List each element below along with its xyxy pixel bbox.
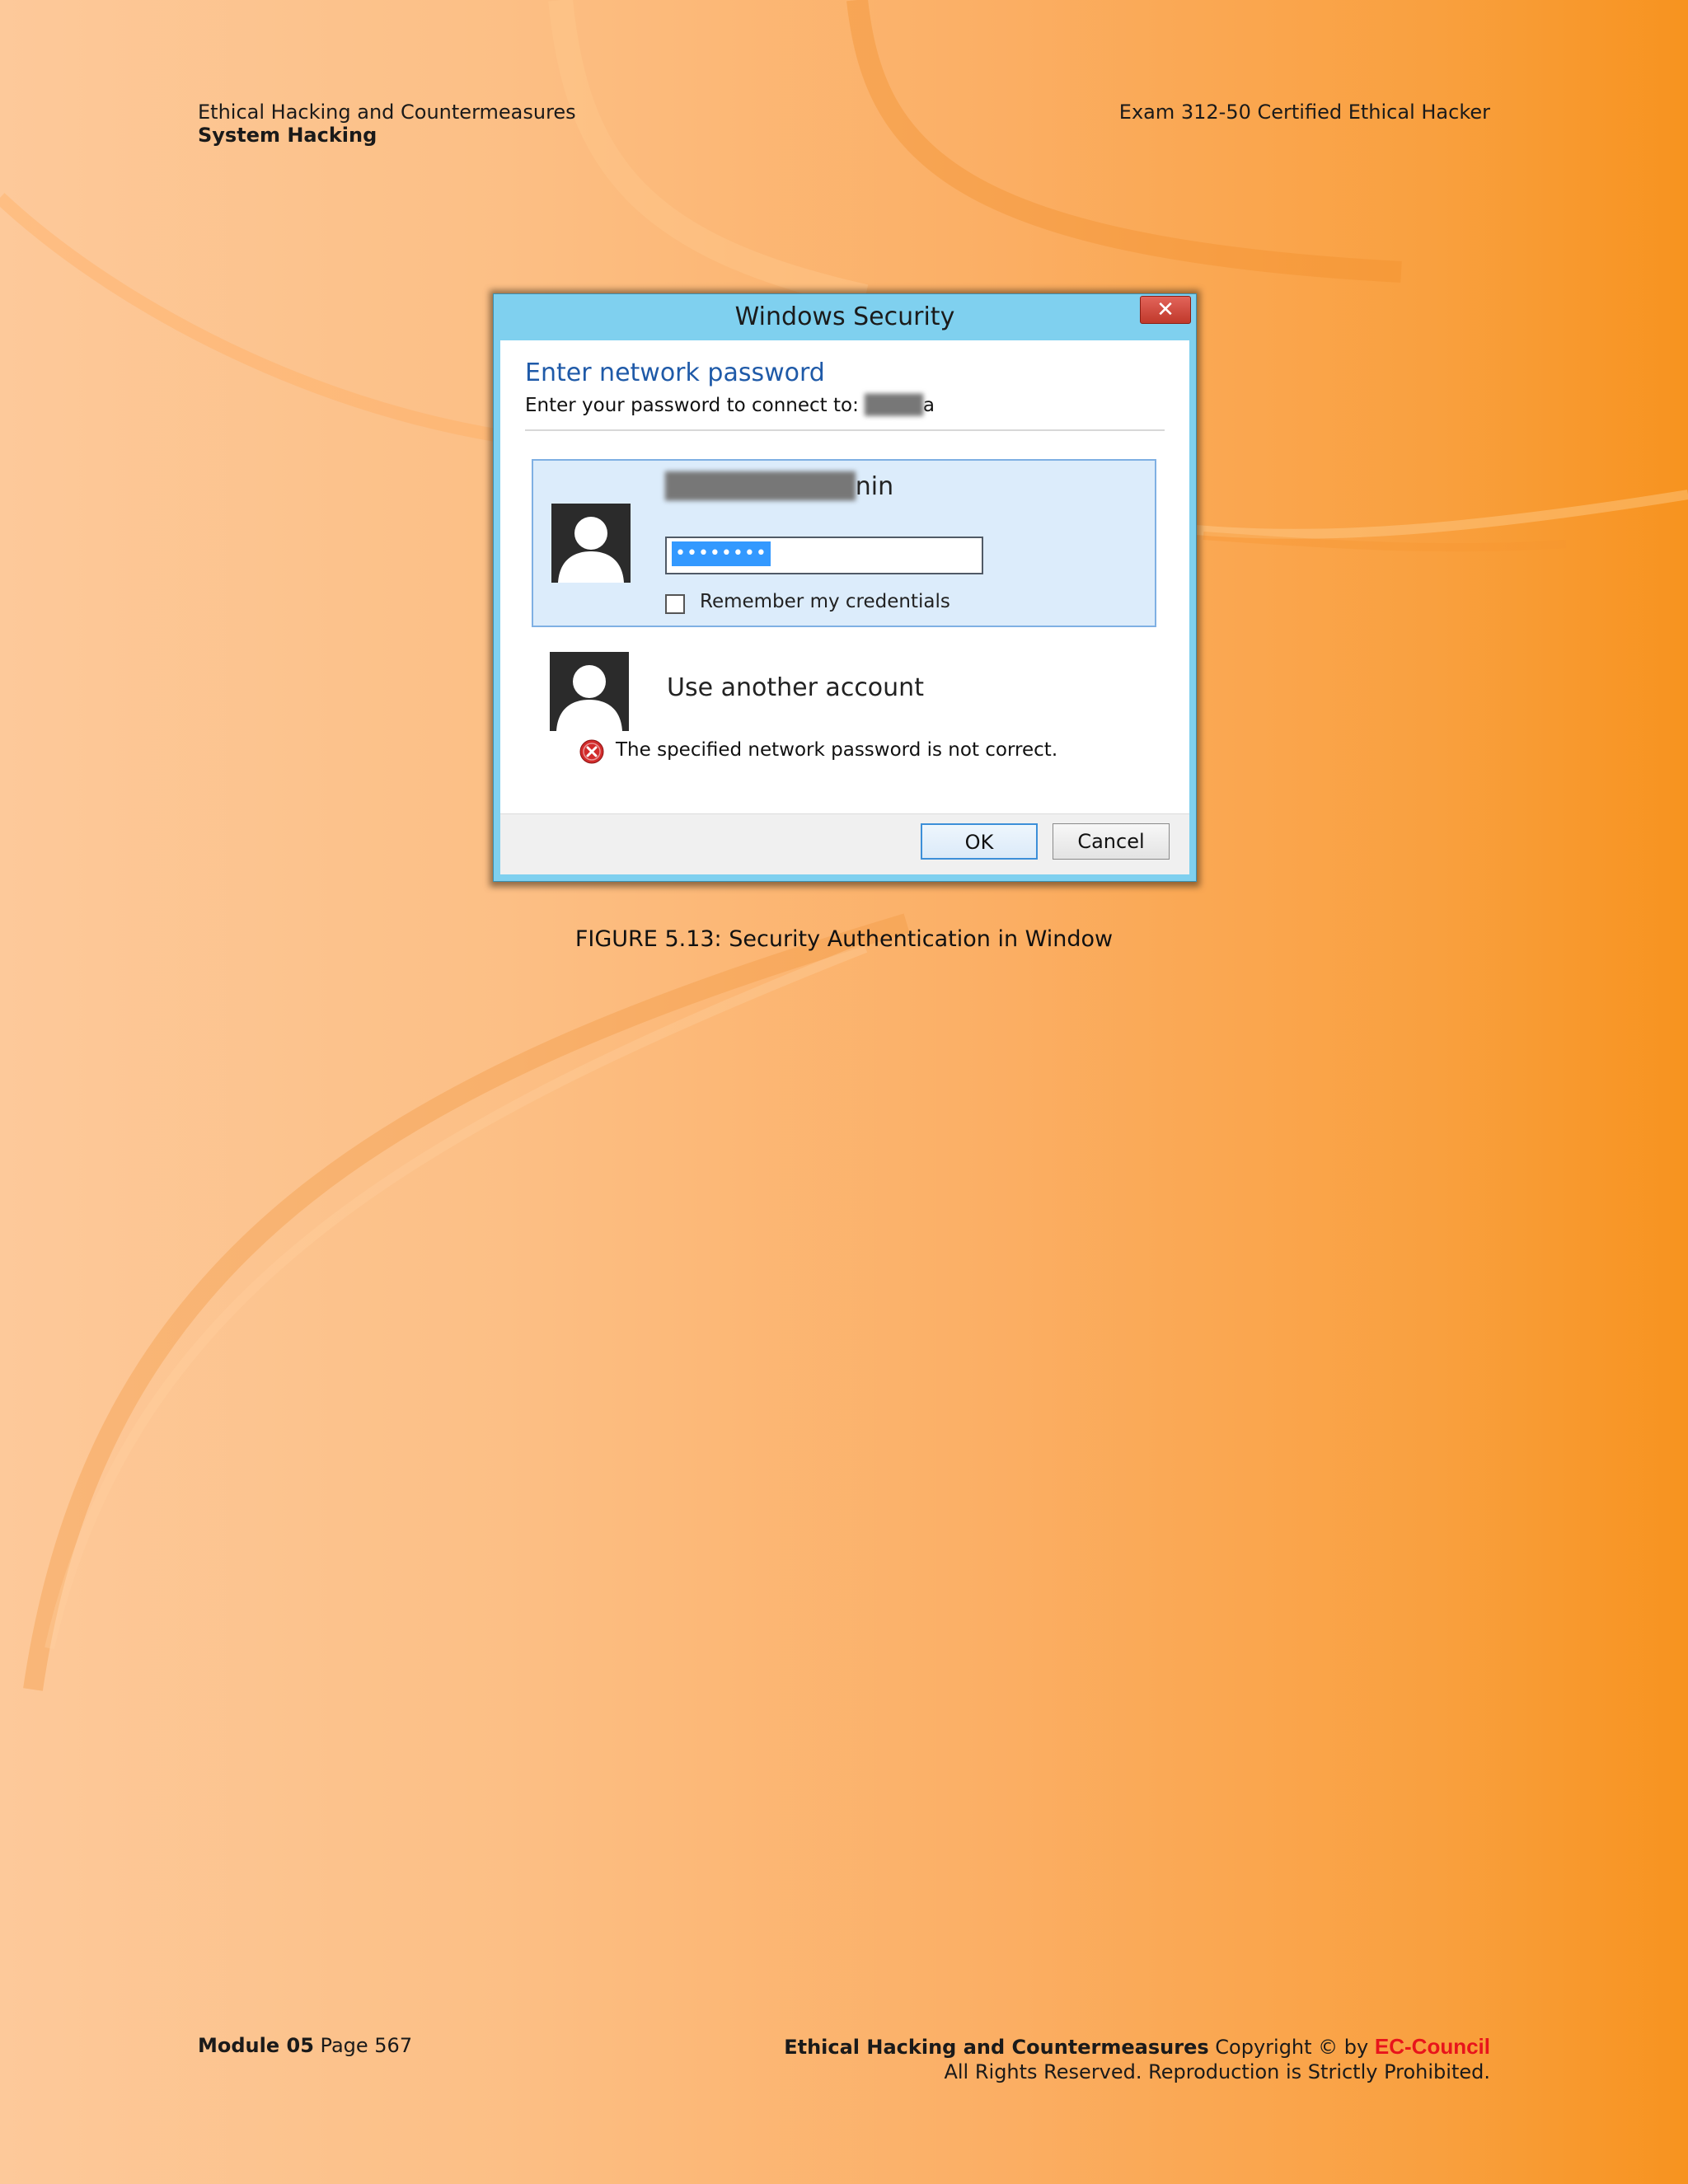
error-icon (579, 739, 604, 764)
credential-username: ██████████nin (665, 472, 893, 501)
another-account-avatar-icon[interactable] (550, 652, 629, 731)
subtitle-text: Enter your password to connect to: (525, 395, 859, 416)
password-value: •••••••• (672, 541, 771, 566)
figure-caption: FIGURE 5.13: Security Authentication in … (574, 926, 1114, 952)
dialog-title: Windows Security (734, 302, 955, 331)
course-title: Ethical Hacking and Countermeasures (198, 101, 576, 124)
page-header-left: Ethical Hacking and Countermeasures Syst… (198, 101, 576, 147)
dialog-subtitle: Enter your password to connect to: ████a (525, 395, 935, 416)
close-icon: ✕ (1156, 298, 1175, 322)
username-suffix: nin (855, 472, 894, 501)
module-title: System Hacking (198, 124, 377, 147)
ok-button[interactable]: OK (921, 823, 1038, 860)
use-another-account-option[interactable]: Use another account (667, 673, 924, 702)
divider (525, 429, 1165, 431)
exam-title: Exam 312-50 Certified Ethical Hacker (1118, 101, 1490, 124)
redacted-username: ██████████ (665, 472, 856, 501)
error-message: The specified network password is not co… (616, 739, 1058, 761)
dialog-body: Enter network password Enter your passwo… (500, 340, 1189, 813)
credential-tile-selected[interactable]: ██████████nin •••••••• Remember my crede… (532, 459, 1156, 627)
password-field[interactable]: •••••••• (665, 537, 983, 574)
ec-council-logo: EC-Council (1374, 2034, 1490, 2059)
subtitle-target: a (922, 395, 935, 416)
remember-credentials-label[interactable]: Remember my credentials (700, 591, 950, 612)
close-button[interactable]: ✕ (1140, 296, 1191, 324)
footer-course-title: Ethical Hacking and Countermeasures (784, 2036, 1209, 2059)
page-footer-left: Module 05 Page 567 (198, 2034, 412, 2057)
dialog-footer: OK Cancel (500, 813, 1189, 874)
rights-text: All Rights Reserved. Reproduction is Str… (944, 2060, 1490, 2083)
dialog-heading: Enter network password (525, 359, 825, 387)
page-footer-right: Ethical Hacking and Countermeasures Copy… (784, 2034, 1490, 2084)
page-label: Page 567 (320, 2034, 413, 2057)
remember-credentials-checkbox[interactable] (665, 594, 685, 614)
windows-security-dialog: Windows Security ✕ Enter network passwor… (493, 293, 1197, 882)
copyright-text: Copyright © by (1215, 2036, 1369, 2059)
module-label: Module 05 (198, 2034, 314, 2057)
cancel-button[interactable]: Cancel (1053, 823, 1170, 860)
user-avatar-icon (551, 504, 631, 583)
redacted-server-name: ████ (865, 395, 923, 416)
